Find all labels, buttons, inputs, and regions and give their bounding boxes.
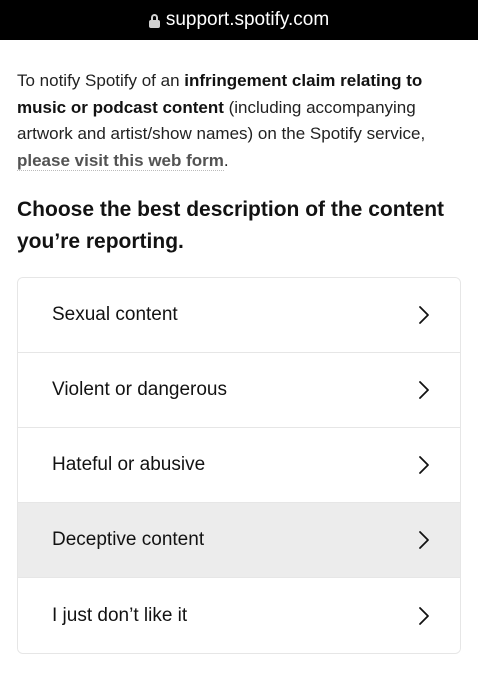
option-label: Violent or dangerous bbox=[52, 379, 227, 400]
report-options-list: Sexual content Violent or dangerous Hate… bbox=[17, 277, 461, 654]
option-label: I just don’t like it bbox=[52, 604, 188, 626]
chevron-right-icon bbox=[419, 531, 429, 549]
url-text[interactable]: support.spotify.com bbox=[166, 9, 329, 31]
option-label: Hateful or abusive bbox=[52, 454, 206, 475]
option-label: Deceptive content bbox=[52, 529, 205, 550]
option-hateful-or-abusive[interactable]: Hateful or abusive bbox=[18, 428, 460, 503]
intro-paragraph: To notify Spotify of an infringement cla… bbox=[17, 68, 467, 174]
option-sexual-content[interactable]: Sexual content bbox=[18, 278, 460, 353]
option-violent-or-dangerous[interactable]: Violent or dangerous bbox=[18, 353, 460, 428]
intro-text-start: To notify Spotify of an bbox=[17, 71, 185, 90]
chevron-right-icon bbox=[419, 381, 429, 399]
intro-text-end: . bbox=[223, 150, 229, 170]
chevron-right-icon bbox=[419, 306, 429, 324]
option-label: Sexual content bbox=[52, 304, 178, 325]
browser-url-bar[interactable]: support.spotify.com bbox=[0, 0, 478, 40]
option-deceptive-content[interactable]: Deceptive content bbox=[18, 503, 460, 578]
web-form-link[interactable]: please visit this web form bbox=[17, 150, 224, 171]
chevron-right-icon bbox=[419, 456, 429, 474]
chevron-right-icon bbox=[419, 606, 429, 625]
option-just-dont-like-it[interactable]: I just don’t like it bbox=[18, 578, 460, 653]
page-heading: Choose the best description of the conte… bbox=[17, 198, 445, 253]
scrolled-text-fragment bbox=[18, 40, 138, 45]
lock-icon bbox=[148, 14, 160, 28]
